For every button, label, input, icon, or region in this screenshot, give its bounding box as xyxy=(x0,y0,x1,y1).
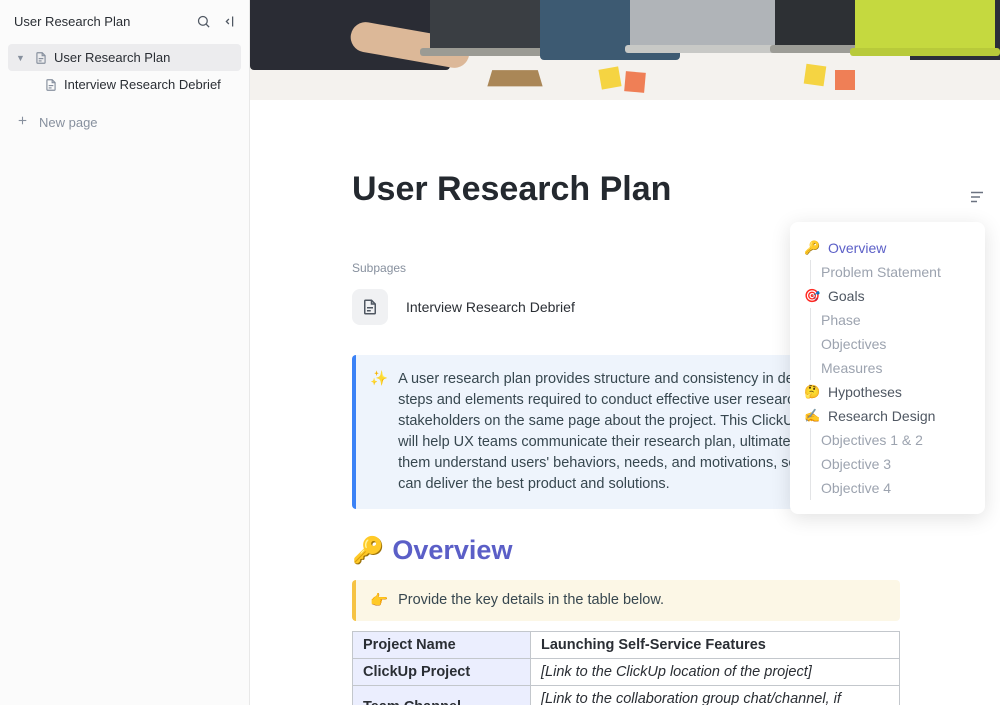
sidebar-item-label: User Research Plan xyxy=(54,50,170,65)
toc-item-label: Problem Statement xyxy=(821,264,941,280)
sidebar-item-root[interactable]: ▼ User Research Plan xyxy=(8,44,241,71)
chevron-down-icon[interactable]: ▼ xyxy=(16,53,28,63)
toc-item[interactable]: Objective 3 xyxy=(810,452,971,476)
table-cell-value[interactable]: [Link to the ClickUp location of the pro… xyxy=(531,659,900,686)
sidebar-item-label: Interview Research Debrief xyxy=(64,77,221,92)
toc-item[interactable]: Phase xyxy=(810,308,971,332)
toc-item-icon: ✍️ xyxy=(804,408,822,424)
subpage-label: Interview Research Debrief xyxy=(406,299,575,315)
table-cell-key[interactable]: Project Name xyxy=(353,632,531,659)
toc-item[interactable]: 🔑 Overview xyxy=(804,236,971,260)
page-icon xyxy=(352,289,388,325)
toc-item-label: Goals xyxy=(828,288,865,304)
tip-callout[interactable]: 👉 Provide the key details in the table b… xyxy=(352,580,900,621)
toc-item[interactable]: 🤔 Hypotheses xyxy=(804,380,971,404)
tip-text: Provide the key details in the table bel… xyxy=(398,592,664,609)
table-cell-value[interactable]: [Link to the collaboration group chat/ch… xyxy=(531,686,900,705)
workspace-title: User Research Plan xyxy=(14,14,195,29)
page-icon xyxy=(44,78,58,92)
main: User Research Plan Subpages Interview Re… xyxy=(250,0,1000,705)
toc-item-label: Objective 4 xyxy=(821,480,891,496)
overview-heading-label: Overview xyxy=(392,535,512,566)
plus-icon xyxy=(16,114,29,130)
toc-item[interactable]: Problem Statement xyxy=(810,260,971,284)
new-page-label: New page xyxy=(39,115,98,130)
toc-item-label: Hypotheses xyxy=(828,384,902,400)
sidebar-tree: ▼ User Research Plan Interview Research … xyxy=(0,42,249,106)
toc-item-label: Phase xyxy=(821,312,861,328)
point-right-icon: 👉 xyxy=(370,592,388,609)
toc-item-label: Objectives 1 & 2 xyxy=(821,432,923,448)
toc-item-icon: 🤔 xyxy=(804,384,822,400)
collapse-sidebar-icon[interactable] xyxy=(221,13,237,29)
toc-item[interactable]: ✍️ Research Design xyxy=(804,404,971,428)
toc-popover: 🔑 Overview Problem Statement 🎯 Goals Phase Obj… xyxy=(790,222,985,514)
toc-item-icon: 🎯 xyxy=(804,288,822,304)
toc-item-label: Overview xyxy=(828,240,886,256)
table-row[interactable]: Project NameLaunching Self-Service Featu… xyxy=(353,632,900,659)
overview-table[interactable]: Project NameLaunching Self-Service Featu… xyxy=(352,631,900,705)
new-page-button[interactable]: New page xyxy=(0,106,249,138)
table-cell-key[interactable]: Team Channel xyxy=(353,686,531,705)
toc-item[interactable]: Objectives xyxy=(810,332,971,356)
search-icon[interactable] xyxy=(195,13,211,29)
table-row[interactable]: ClickUp Project[Link to the ClickUp loca… xyxy=(353,659,900,686)
toc-item-icon: 🔑 xyxy=(804,240,822,256)
sidebar-item-child[interactable]: Interview Research Debrief xyxy=(8,71,241,98)
sparkles-icon: ✨ xyxy=(370,369,388,495)
toc-item[interactable]: 🎯 Goals xyxy=(804,284,971,308)
page-title[interactable]: User Research Plan xyxy=(352,170,900,209)
toc-item[interactable]: Objective 4 xyxy=(810,476,971,500)
key-icon: 🔑 xyxy=(352,535,384,566)
toc-item-label: Measures xyxy=(821,360,882,376)
page-icon xyxy=(34,51,48,65)
toc-item[interactable]: Measures xyxy=(810,356,971,380)
overview-heading[interactable]: 🔑 Overview xyxy=(352,535,900,566)
toc-toggle-icon[interactable] xyxy=(968,188,986,211)
cover-image xyxy=(250,0,1000,100)
table-cell-value[interactable]: Launching Self-Service Features xyxy=(531,632,900,659)
sidebar: User Research Plan ▼ User Research Plan … xyxy=(0,0,250,705)
toc-item-label: Objectives xyxy=(821,336,886,352)
table-row[interactable]: Team Channel[Link to the collaboration g… xyxy=(353,686,900,705)
table-cell-key[interactable]: ClickUp Project xyxy=(353,659,531,686)
sidebar-header: User Research Plan xyxy=(0,0,249,42)
toc-item-label: Objective 3 xyxy=(821,456,891,472)
toc-item-label: Research Design xyxy=(828,408,935,424)
toc-item[interactable]: Objectives 1 & 2 xyxy=(810,428,971,452)
